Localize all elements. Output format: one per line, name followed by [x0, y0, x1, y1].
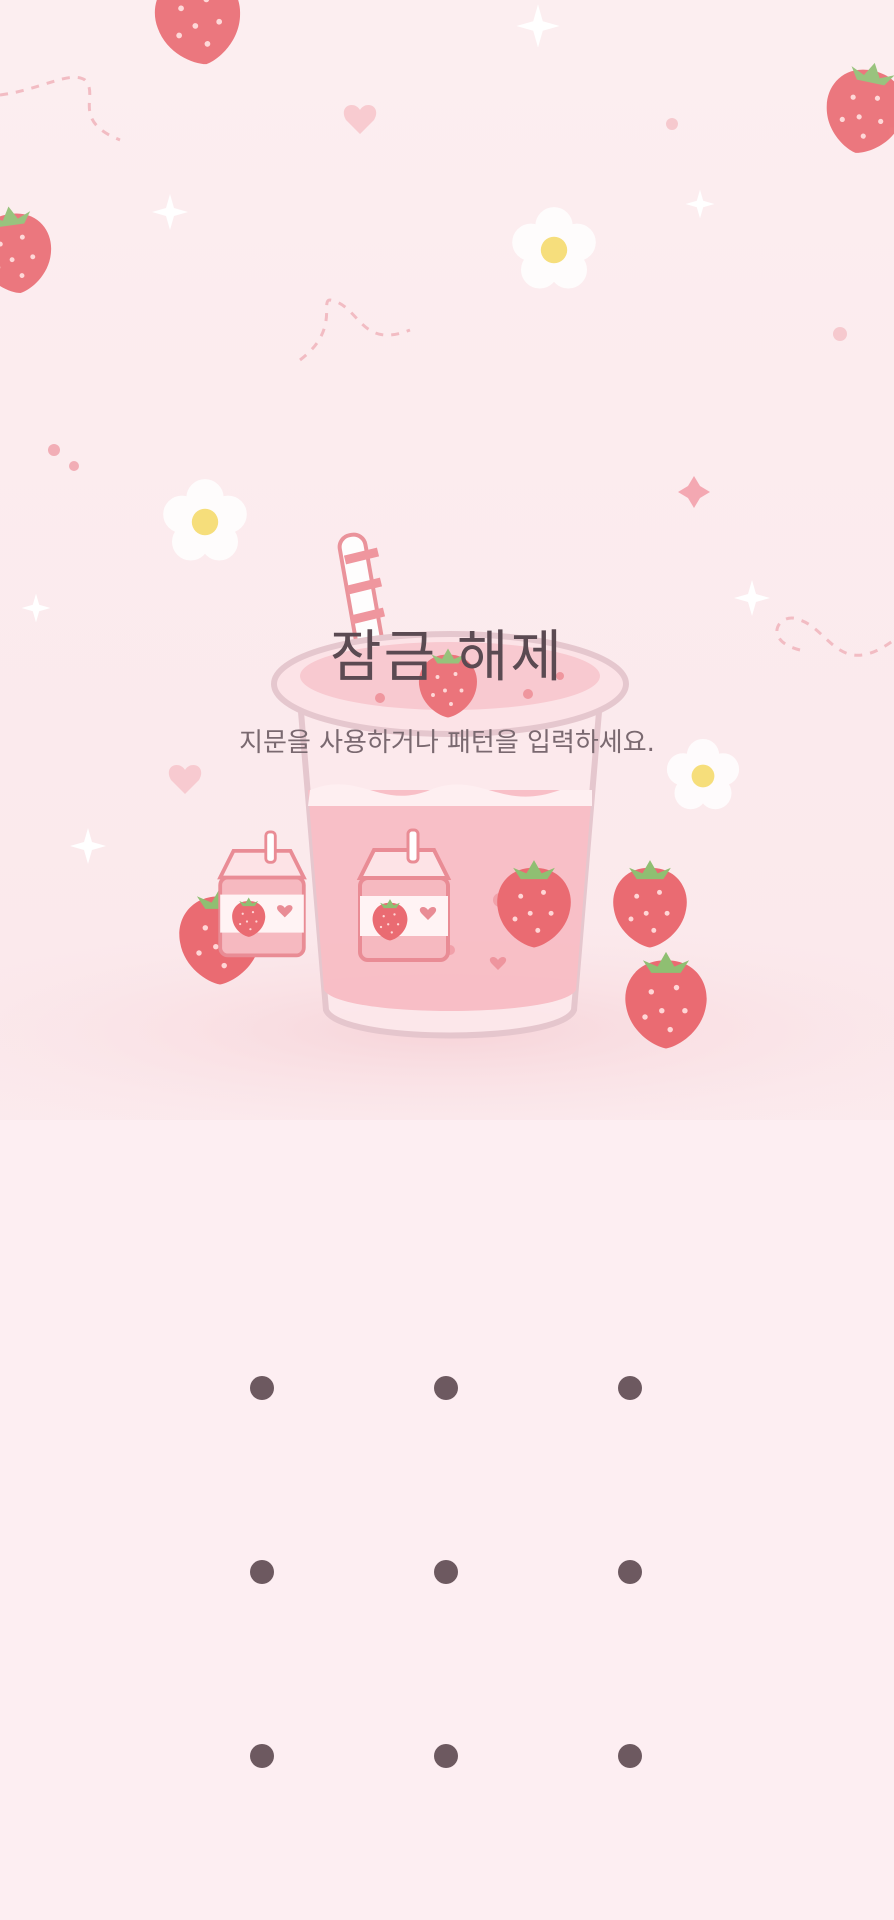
- pattern-dot-5[interactable]: [434, 1560, 458, 1584]
- pattern-dot-8[interactable]: [434, 1744, 458, 1768]
- pattern-dot-1[interactable]: [250, 1376, 274, 1400]
- pattern-dot-6[interactable]: [618, 1560, 642, 1584]
- pattern-dot-2[interactable]: [434, 1376, 458, 1400]
- pattern-dot-7[interactable]: [250, 1744, 274, 1768]
- pattern-dot-3[interactable]: [618, 1376, 642, 1400]
- pattern-grid: [0, 0, 894, 1920]
- pattern-dot-9[interactable]: [618, 1744, 642, 1768]
- pattern-dot-4[interactable]: [250, 1560, 274, 1584]
